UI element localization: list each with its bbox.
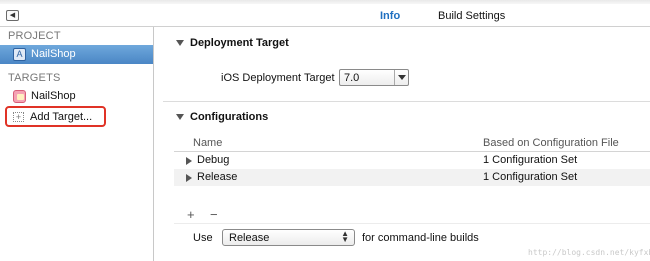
targets-heading: TARGETS	[8, 72, 61, 84]
config-based-on: 1 Configuration Set	[483, 171, 578, 183]
table-row[interactable]: Debug 1 Configuration Set	[174, 152, 650, 169]
sidebar-item-target[interactable]: NailShop	[13, 89, 143, 105]
section-divider	[163, 101, 650, 102]
chevron-down-icon	[394, 70, 408, 85]
table-header: Name Based on Configuration File	[174, 134, 650, 152]
config-based-on: 1 Configuration Set	[483, 154, 578, 166]
add-configuration-button[interactable]: +	[187, 207, 195, 222]
app-target-icon	[13, 90, 26, 103]
deployment-target-title: Deployment Target	[190, 37, 289, 49]
editor-tab-bar: ◀ Info Build Settings	[0, 0, 650, 27]
window-edge	[0, 0, 650, 4]
tab-build-settings[interactable]: Build Settings	[438, 10, 505, 22]
sidebar-item-label: NailShop	[31, 48, 76, 60]
sidebar-item-project[interactable]: A NailShop	[0, 45, 153, 64]
sidebar-item-label: NailShop	[31, 90, 76, 102]
remove-configuration-button[interactable]: −	[210, 207, 218, 222]
xcode-project-icon: A	[13, 48, 26, 61]
project-info-panel: Deployment Target iOS Deployment Target …	[155, 27, 650, 261]
command-line-config-value: Release	[229, 232, 270, 244]
use-label: Use	[193, 232, 213, 244]
add-target-label: Add Target...	[30, 111, 93, 123]
table-row[interactable]: Release 1 Configuration Set	[174, 169, 650, 186]
disclosure-triangle-icon[interactable]	[186, 157, 192, 165]
tab-info[interactable]: Info	[380, 10, 400, 22]
project-target-sidebar: PROJECT A NailShop TARGETS NailShop + Ad…	[0, 27, 154, 261]
project-heading: PROJECT	[8, 30, 61, 42]
ios-deployment-target-value: 7.0	[344, 72, 360, 84]
config-name: Debug	[197, 154, 230, 166]
use-suffix-label: for command-line builds	[362, 232, 479, 244]
add-target-icon: +	[13, 112, 24, 122]
sidebar-toggle-icon[interactable]: ◀	[6, 10, 19, 21]
disclosure-triangle-icon[interactable]	[186, 174, 192, 182]
watermark: http://blog.csdn.net/kyfxbl	[528, 248, 650, 257]
disclosure-triangle-icon[interactable]	[176, 114, 184, 120]
add-target-button[interactable]: + Add Target...	[5, 106, 106, 127]
column-header-name: Name	[193, 137, 223, 149]
command-line-config-select[interactable]: Release ▲ ▼	[222, 229, 355, 246]
configurations-title: Configurations	[190, 111, 269, 123]
config-name: Release	[197, 171, 238, 183]
column-header-based-on: Based on Configuration File	[483, 137, 619, 149]
disclosure-triangle-icon[interactable]	[176, 40, 184, 46]
ios-deployment-target-select[interactable]: 7.0	[339, 69, 409, 86]
section-divider	[174, 223, 650, 224]
up-down-arrows-icon: ▲ ▼	[341, 229, 349, 244]
ios-deployment-target-label: iOS Deployment Target	[221, 72, 335, 84]
